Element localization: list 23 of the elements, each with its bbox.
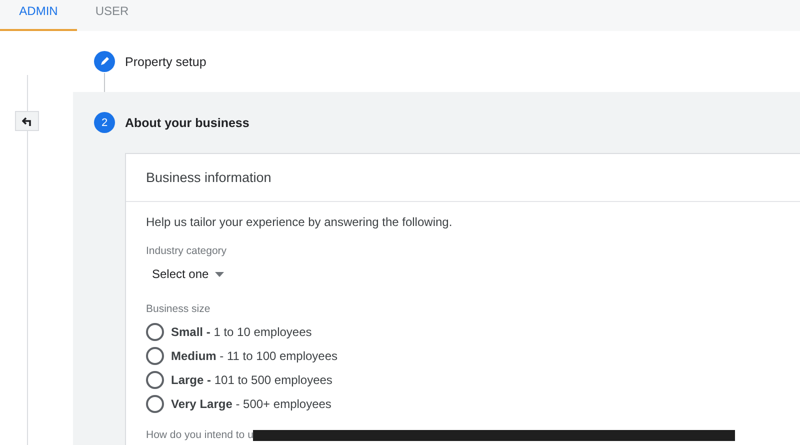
card-title: Business information <box>126 154 800 202</box>
option-label: Large - 101 to 500 employees <box>171 373 332 387</box>
pencil-icon <box>94 51 115 72</box>
industry-select[interactable]: Select one <box>146 267 224 281</box>
option-label: Small - 1 to 10 employees <box>171 325 312 339</box>
option-label: Medium - 11 to 100 employees <box>171 349 338 363</box>
question-label: How do you intend to u <box>146 429 254 441</box>
option-label: Very Large - 500+ employees <box>171 397 332 411</box>
field-label: Industry category <box>146 245 228 257</box>
radio-button[interactable] <box>146 347 164 365</box>
step-label: About your business <box>125 116 250 130</box>
radio-button[interactable] <box>146 395 164 413</box>
back-arrow-icon <box>22 116 32 126</box>
step-label: Property setup <box>125 54 206 68</box>
dropdown-caret-icon <box>214 272 224 276</box>
radio-button[interactable] <box>146 323 164 341</box>
intro-text: Help us tailor your experience by answering the following. <box>146 215 454 229</box>
tab[interactable]: USER <box>77 0 147 31</box>
radio-button[interactable] <box>146 371 164 389</box>
tab[interactable]: ADMIN <box>0 0 77 31</box>
back-button[interactable] <box>15 111 39 131</box>
field-label: Business size <box>146 303 212 315</box>
step-number: 2 <box>94 112 115 133</box>
